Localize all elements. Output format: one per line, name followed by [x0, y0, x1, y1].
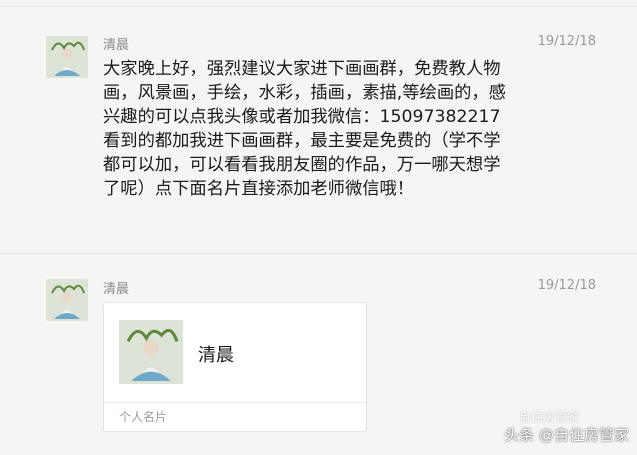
avatar[interactable]	[46, 36, 88, 78]
message-time: 19/12/18	[537, 278, 596, 293]
card-avatar	[119, 320, 183, 384]
message-time: 19/12/18	[537, 34, 596, 49]
avatar-image	[46, 279, 88, 321]
sender-name: 清晨	[103, 38, 130, 53]
contact-card[interactable]: 清晨 个人名片	[103, 302, 367, 432]
card-type-label: 个人名片	[119, 410, 168, 424]
top-divider	[0, 6, 637, 7]
message-paragraph: 看到的都加我进下画画群，最主要是免费的（学不学都可以加，可以看看我朋友圈的作品，…	[103, 131, 501, 199]
card-divider	[104, 402, 366, 403]
avatar[interactable]	[46, 279, 88, 321]
avatar-image	[46, 36, 88, 78]
watermark-ghost: 自住房管家	[518, 410, 579, 424]
card-avatar-image	[119, 320, 183, 384]
sender-name: 清晨	[103, 282, 130, 297]
message-paragraph: 大家晚上好，强烈建议大家进下画画群，免费教人物画，风景画，手绘，水彩，插画，素描…	[103, 59, 506, 127]
watermark: 头条 @自住房管家	[504, 426, 629, 444]
card-name: 清晨	[198, 345, 234, 366]
message-text: 大家晚上好，强烈建议大家进下画画群，免费教人物画，风景画，手绘，水彩，插画，素描…	[103, 57, 513, 201]
message-divider	[0, 253, 637, 254]
